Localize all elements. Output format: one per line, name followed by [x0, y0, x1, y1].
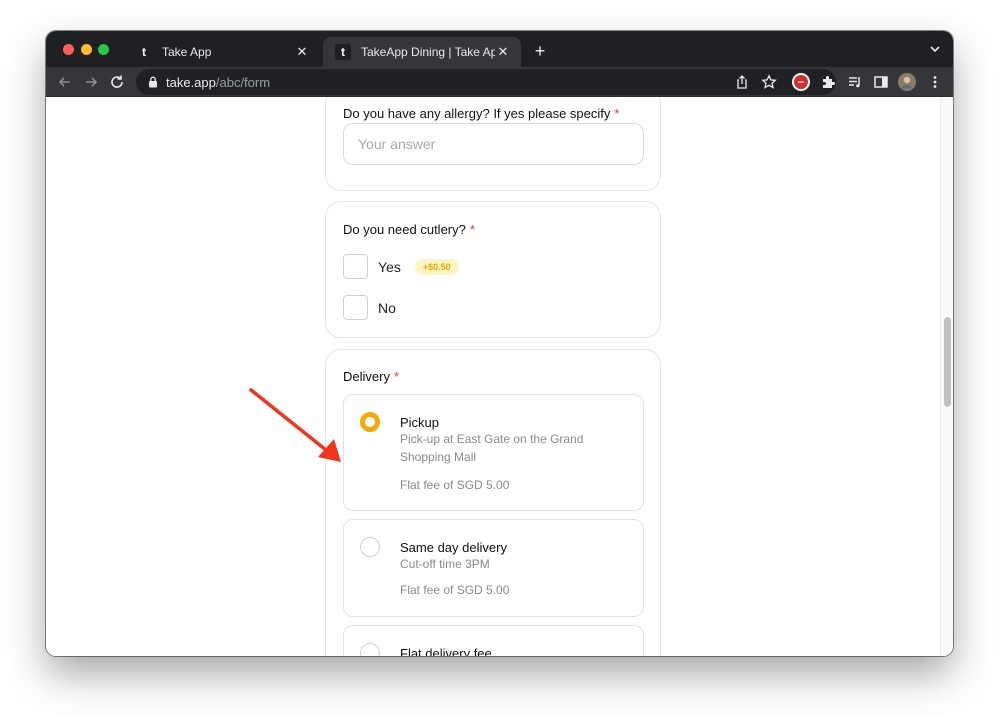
cutlery-question-label: Do you need cutlery? *	[343, 222, 475, 237]
required-mark: *	[614, 106, 620, 121]
svg-text:•••: •••	[798, 81, 804, 87]
minimize-window-button[interactable]	[81, 44, 92, 55]
option-description: Pick-up at East Gate on the Grand Shoppi…	[400, 432, 584, 464]
required-mark: *	[393, 369, 400, 384]
cutlery-yes-checkbox[interactable]	[343, 254, 368, 279]
annotation-arrow-icon	[249, 388, 341, 462]
url-path: /abc/form	[215, 74, 271, 90]
option-fee: Flat fee of SGD 5.00	[400, 478, 510, 492]
chevron-down-icon[interactable]	[927, 41, 943, 57]
lock-icon	[149, 76, 157, 88]
tab-takeapp-dining[interactable]: t TakeApp Dining | Take App ✕	[323, 37, 521, 67]
password-manager-extension-icon[interactable]: •••	[792, 73, 810, 91]
takeapp-favicon-icon: t	[142, 45, 146, 59]
cutlery-question-card: Do you need cutlery? * Yes +$0.50 No	[325, 201, 661, 338]
cutlery-no-label: No	[378, 299, 396, 316]
option-title: Pickup	[400, 415, 440, 430]
share-icon[interactable]	[734, 74, 750, 90]
reload-icon[interactable]	[107, 72, 127, 92]
tab-title: Take App	[162, 45, 212, 59]
cutlery-option-yes[interactable]: Yes +$0.50	[343, 254, 459, 279]
delivery-option-same-day[interactable]: Same day delivery Cut-off time 3PM Flat …	[343, 519, 644, 617]
option-fee: Flat fee of SGD 5.00	[400, 583, 510, 597]
delivery-question-label: Delivery *	[343, 369, 400, 384]
address-bar[interactable]: take.app/abc/form	[136, 69, 836, 95]
scrollbar-thumb[interactable]	[944, 317, 951, 407]
option-title: Flat delivery fee	[400, 646, 492, 656]
more-menu-icon[interactable]	[926, 73, 944, 91]
browser-window: t Take App ✕ t TakeApp Dining | Take App…	[46, 31, 953, 656]
close-window-button[interactable]	[63, 44, 74, 55]
price-badge: +$0.50	[414, 258, 459, 275]
new-tab-plus-icon[interactable]: +	[530, 41, 550, 61]
option-description: Cut-off time 3PM	[400, 557, 490, 571]
tab-bar: t Take App ✕ t TakeApp Dining | Take App…	[46, 31, 953, 67]
page-scrollbar[interactable]	[940, 97, 953, 656]
same-day-radio[interactable]	[360, 537, 380, 557]
allergy-question-card: Do you have any allergy? If yes please s…	[325, 97, 661, 191]
cutlery-yes-label: Yes	[378, 258, 401, 275]
extensions-puzzle-icon[interactable]	[819, 73, 837, 91]
tab-close-icon[interactable]: ✕	[495, 44, 511, 60]
url-host: take.app	[166, 74, 216, 90]
forward-arrow-icon[interactable]	[81, 72, 101, 92]
cutlery-option-no[interactable]: No	[343, 295, 396, 320]
allergy-question-label: Do you have any allergy? If yes please s…	[343, 106, 620, 121]
bookmark-star-icon[interactable]	[761, 74, 777, 90]
tab-take-app[interactable]: t Take App ✕	[124, 37, 320, 67]
tab-close-icon[interactable]: ✕	[294, 44, 310, 60]
flat-fee-radio[interactable]	[360, 643, 380, 656]
cutlery-no-checkbox[interactable]	[343, 295, 368, 320]
takeapp-favicon-icon: t	[335, 44, 351, 60]
profile-avatar[interactable]	[898, 73, 916, 91]
delivery-option-pickup[interactable]: Pickup Pick-up at East Gate on the Grand…	[343, 394, 644, 511]
page-content: Do you have any allergy? If yes please s…	[46, 97, 953, 656]
allergy-answer-input[interactable]	[343, 123, 644, 165]
delivery-question-card: Delivery * Pickup Pick-up at East Gate on…	[325, 349, 661, 656]
back-arrow-icon[interactable]	[55, 72, 75, 92]
side-panel-icon[interactable]	[872, 73, 890, 91]
browser-toolbar: take.app/abc/form •••	[46, 67, 953, 97]
required-mark: *	[469, 222, 475, 237]
media-queue-icon[interactable]	[846, 73, 864, 91]
option-title: Same day delivery	[400, 540, 507, 555]
delivery-option-flat-fee[interactable]: Flat delivery fee	[343, 625, 644, 656]
tab-title: TakeApp Dining | Take App	[361, 45, 495, 59]
pickup-radio[interactable]	[360, 412, 380, 432]
maximize-window-button[interactable]	[98, 44, 109, 55]
